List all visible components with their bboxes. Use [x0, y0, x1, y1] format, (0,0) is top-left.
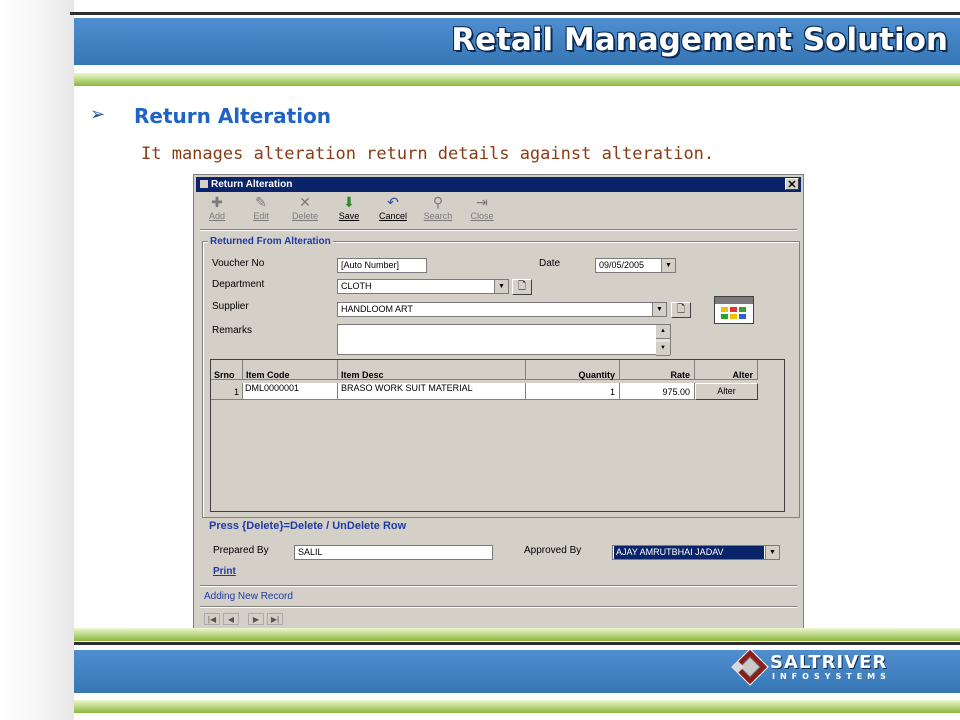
group-title: Returned From Alteration [208, 236, 333, 247]
status-text: Adding New Record [204, 591, 293, 602]
supplier-lookup-button[interactable]: 🗋 [671, 302, 691, 318]
prepared-by-input[interactable]: SALIL [294, 545, 493, 560]
table-row-item-desc[interactable]: BRASO WORK SUIT MATERIAL [338, 383, 526, 400]
alter-button[interactable]: Alter [695, 383, 758, 400]
close-door-icon: ⇥ [476, 194, 488, 210]
toolbar-search-label: Search [423, 211, 453, 221]
department-value: CLOTH [341, 281, 372, 291]
toolbar-separator [200, 229, 797, 231]
toolbar-save-label: Save [338, 211, 360, 221]
table-row-quantity[interactable]: 1 [526, 383, 620, 400]
department-select[interactable]: CLOTH ▼ [337, 279, 509, 294]
supplier-value: HANDLOOM ART [341, 304, 413, 314]
return-alteration-window: Return Alteration ✕ ✚ Add ✎ Edit ✕ Delet… [193, 174, 804, 632]
window-app-icon [200, 180, 208, 188]
approved-by-select[interactable]: AJAY AMRUTBHAI JADAV ▼ [612, 545, 780, 560]
prev-record-icon[interactable]: ◀ [223, 613, 239, 625]
search-icon: ⚲ [432, 194, 444, 210]
toolbar-close-button[interactable]: ⇥ Close [461, 195, 503, 221]
last-record-icon[interactable]: ▶| [267, 613, 283, 625]
green-strip-bottom [74, 628, 960, 641]
scroll-down-icon[interactable]: ▼ [656, 342, 670, 356]
section-description: It manages alteration return details aga… [141, 144, 715, 164]
approved-by-value: AJAY AMRUTBHAI JADAV [614, 546, 764, 559]
delete-hint: Press {Delete}=Delete / UnDelete Row [209, 520, 407, 532]
items-grid: Srno Item Code Item Desc Quantity Rate A… [210, 359, 785, 512]
green-strip-footer [74, 700, 960, 713]
remarks-label: Remarks [212, 325, 253, 336]
date-label: Date [539, 258, 561, 269]
toolbar-edit-label: Edit [253, 211, 269, 221]
col-header-srno[interactable]: Srno [211, 360, 243, 380]
prepared-by-label: Prepared By [213, 545, 269, 556]
department-label: Department [212, 279, 265, 290]
window-title: Return Alteration [211, 179, 293, 190]
department-lookup-button[interactable]: 🗋 [512, 279, 532, 295]
approved-by-label: Approved By [524, 545, 582, 556]
green-strip-top [74, 73, 960, 86]
voucher-input[interactable]: [Auto Number] [337, 258, 427, 273]
date-picker[interactable]: 09/05/2005 ▼ [595, 258, 676, 273]
section-heading: Return Alteration [134, 104, 332, 128]
window-titlebar: Return Alteration ✕ [196, 177, 801, 192]
save-icon: ⬇ [343, 194, 355, 210]
record-navigation: |◀ ◀ ▶ ▶| [204, 613, 286, 625]
cancel-icon: ↶ [387, 194, 399, 210]
window-close-button[interactable]: ✕ [785, 178, 799, 191]
date-value: 09/05/2005 [599, 260, 645, 270]
print-link[interactable]: Print [213, 566, 236, 577]
toolbar-add-label: Add [208, 211, 225, 221]
col-header-quantity[interactable]: Quantity [526, 360, 620, 380]
next-record-icon[interactable]: ▶ [248, 613, 264, 625]
nav-separator [200, 606, 797, 608]
table-row-srno[interactable]: 1 [211, 383, 243, 400]
toolbar-save-button[interactable]: ⬇ Save [328, 195, 370, 221]
col-header-item-desc[interactable]: Item Desc [338, 360, 526, 380]
brand-subtitle: INFOSYSTEMS [772, 672, 891, 681]
first-record-icon[interactable]: |◀ [204, 613, 220, 625]
brand-name: SALTRIVER [770, 652, 888, 673]
calendar-icon[interactable] [714, 296, 754, 324]
toolbar-close-label: Close [470, 211, 494, 221]
toolbar-delete-button[interactable]: ✕ Delete [284, 195, 326, 221]
remarks-textarea[interactable] [337, 324, 671, 355]
remarks-scrollbar[interactable]: ▲ ▼ [656, 325, 670, 356]
toolbar-cancel-button[interactable]: ↶ Cancel [372, 195, 414, 221]
supplier-label: Supplier [212, 301, 249, 312]
toolbar-cancel-label: Cancel [378, 211, 407, 221]
bullet-arrow-icon: ➢ [90, 104, 106, 125]
chevron-down-icon[interactable]: ▼ [494, 280, 508, 293]
col-header-item-code[interactable]: Item Code [243, 360, 338, 380]
chevron-down-icon[interactable]: ▼ [765, 546, 779, 559]
status-separator [200, 585, 797, 587]
slide-title: Retail Management Solution [451, 22, 948, 58]
delete-icon: ✕ [299, 194, 311, 210]
left-shade [0, 0, 74, 720]
chevron-down-icon[interactable]: ▼ [652, 303, 666, 316]
chevron-down-icon[interactable]: ▼ [661, 259, 675, 272]
toolbar-edit-button[interactable]: ✎ Edit [240, 195, 282, 221]
col-header-rate[interactable]: Rate [620, 360, 695, 380]
edit-icon: ✎ [255, 194, 267, 210]
supplier-select[interactable]: HANDLOOM ART ▼ [337, 302, 667, 317]
toolbar-search-button[interactable]: ⚲ Search [417, 195, 459, 221]
toolbar-add-button[interactable]: ✚ Add [196, 195, 238, 221]
voucher-label: Voucher No [212, 258, 265, 269]
plus-icon: ✚ [211, 194, 223, 210]
top-divider [70, 12, 960, 15]
table-row-rate[interactable]: 975.00 [620, 383, 695, 400]
toolbar-delete-label: Delete [291, 211, 318, 221]
col-header-alter[interactable]: Alter [695, 360, 758, 380]
table-row-item-code[interactable]: DML0000001 [243, 383, 338, 400]
title-banner: Retail Management Solution [74, 18, 960, 65]
scroll-up-icon[interactable]: ▲ [656, 325, 670, 339]
